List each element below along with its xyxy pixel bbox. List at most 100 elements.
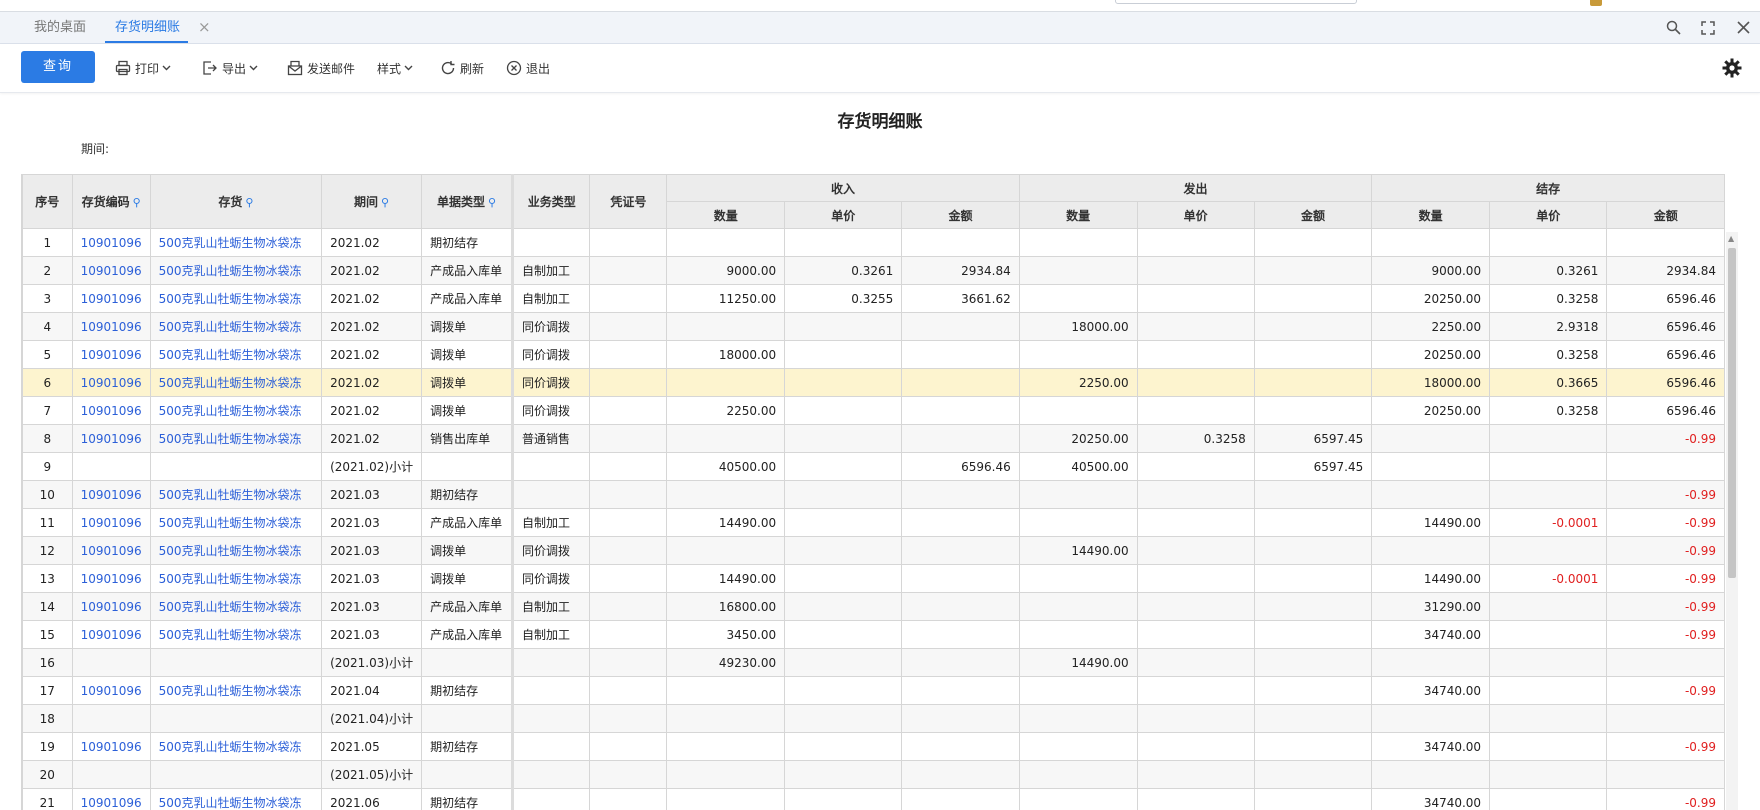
cell-code[interactable]: 10901096 [71, 480, 151, 509]
cell-item[interactable]: 500克乳山牡蛎生物冰袋冻 [149, 312, 323, 341]
tab-home[interactable]: 我的桌面 [34, 12, 86, 43]
col-doc-type[interactable]: 单据类型 ⚲ [421, 174, 514, 229]
table-row[interactable]: 3 10901096 500克乳山牡蛎生物冰袋冻 2021.02 产成品入库单 自制加工 1… [22, 284, 1725, 313]
cell-item[interactable] [149, 760, 323, 789]
cell-item[interactable]: 500克乳山牡蛎生物冰袋冻 [149, 284, 323, 313]
table-row[interactable]: 6 10901096 500克乳山牡蛎生物冰袋冻 2021.02 调拨单 同价调拨 2250… [22, 368, 1725, 397]
cell-item[interactable]: 500克乳山牡蛎生物冰袋冻 [149, 564, 323, 593]
gear-icon[interactable] [1722, 58, 1742, 78]
col-in-amount[interactable]: 金额 [901, 201, 1020, 229]
scroll-up-icon[interactable]: ▲ [1728, 234, 1734, 243]
cell-item[interactable]: 500克乳山牡蛎生物冰袋冻 [149, 228, 323, 257]
table-row[interactable]: 8 10901096 500克乳山牡蛎生物冰袋冻 2021.02 销售出库单 普通销售 20… [22, 424, 1725, 453]
cell-item[interactable]: 500克乳山牡蛎生物冰袋冻 [149, 788, 323, 810]
send-mail-button[interactable]: 发送邮件 [287, 58, 355, 78]
scroll-thumb[interactable] [1728, 248, 1736, 578]
cell-code[interactable]: 10901096 [71, 676, 151, 705]
col-out-amount[interactable]: 金额 [1253, 201, 1373, 229]
col-out-qty[interactable]: 数量 [1018, 201, 1138, 229]
vertical-scrollbar[interactable]: ▲ [1726, 232, 1738, 810]
col-code[interactable]: 存货编码 ⚲ [71, 174, 151, 229]
exit-button[interactable]: 退出 [506, 58, 550, 78]
pin-icon[interactable]: ⚲ [381, 196, 389, 209]
cell-code[interactable]: 10901096 [71, 732, 151, 761]
cell-code[interactable]: 10901096 [71, 788, 151, 810]
refresh-button[interactable]: 刷新 [440, 58, 484, 78]
col-biz-type[interactable]: 业务类型 [511, 174, 591, 229]
cell-code[interactable]: 10901096 [71, 340, 151, 369]
table-row[interactable]: 16 (2021.03)小计 49230.00 14490.00 [22, 648, 1725, 677]
table-row[interactable]: 9 (2021.02)小计 40500.00 6596.46 40500.00 6597.… [22, 452, 1725, 481]
cell-code[interactable]: 10901096 [71, 256, 151, 285]
table-row[interactable]: 19 10901096 500克乳山牡蛎生物冰袋冻 2021.05 期初结存 34740.… [22, 732, 1725, 761]
maximize-icon[interactable] [1693, 12, 1723, 43]
pin-icon[interactable]: ⚲ [488, 196, 496, 209]
cell-item[interactable]: 500克乳山牡蛎生物冰袋冻 [149, 396, 323, 425]
export-button[interactable]: 导出 [202, 58, 262, 78]
col-voucher[interactable]: 凭证号 [589, 174, 668, 229]
cell-item[interactable]: 500克乳山牡蛎生物冰袋冻 [149, 480, 323, 509]
table-row[interactable]: 17 10901096 500克乳山牡蛎生物冰袋冻 2021.04 期初结存 34740.… [22, 676, 1725, 705]
table-row[interactable]: 12 10901096 500克乳山牡蛎生物冰袋冻 2021.03 调拨单 同价调拨 144… [22, 536, 1725, 565]
cell-code[interactable]: 10901096 [71, 368, 151, 397]
col-in-qty[interactable]: 数量 [666, 201, 786, 229]
table-row[interactable]: 18 (2021.04)小计 [22, 704, 1725, 733]
col-bal-price[interactable]: 单价 [1489, 201, 1608, 229]
table-row[interactable]: 1 10901096 500克乳山牡蛎生物冰袋冻 2021.02 期初结存 [22, 228, 1725, 257]
table-row[interactable]: 2 10901096 500克乳山牡蛎生物冰袋冻 2021.02 产成品入库单 自制加工 9… [22, 256, 1725, 285]
query-button[interactable]: 查询 [21, 51, 95, 83]
cell-code[interactable]: 10901096 [71, 508, 151, 537]
print-button[interactable]: 打印 [115, 58, 175, 78]
table-row[interactable]: 20 (2021.05)小计 [22, 760, 1725, 789]
cell-code[interactable] [71, 452, 151, 481]
cell-code[interactable]: 10901096 [71, 564, 151, 593]
cell-code[interactable]: 10901096 [71, 396, 151, 425]
col-in-price[interactable]: 单价 [784, 201, 903, 229]
pin-icon[interactable]: ⚲ [245, 196, 253, 209]
cell-item[interactable]: 500克乳山牡蛎生物冰袋冻 [149, 424, 323, 453]
col-item[interactable]: 存货 ⚲ [149, 174, 323, 229]
cell-item[interactable] [149, 704, 323, 733]
cell-code[interactable]: 10901096 [71, 424, 151, 453]
cell-code[interactable]: 10901096 [71, 228, 151, 257]
table-row[interactable]: 21 10901096 500克乳山牡蛎生物冰袋冻 2021.06 期初结存 34740.… [22, 788, 1725, 810]
cell-code[interactable]: 10901096 [71, 592, 151, 621]
cell-code[interactable]: 10901096 [71, 284, 151, 313]
cell-item[interactable] [149, 648, 323, 677]
cell-item[interactable]: 500克乳山牡蛎生物冰袋冻 [149, 340, 323, 369]
table-row[interactable]: 11 10901096 500克乳山牡蛎生物冰袋冻 2021.03 产成品入库单 自制加工… [22, 508, 1725, 537]
table-row[interactable]: 13 10901096 500克乳山牡蛎生物冰袋冻 2021.03 调拨单 同价调拨 144… [22, 564, 1725, 593]
table-row[interactable]: 14 10901096 500克乳山牡蛎生物冰袋冻 2021.03 产成品入库单 自制加工… [22, 592, 1725, 621]
table-row[interactable]: 10 10901096 500克乳山牡蛎生物冰袋冻 2021.03 期初结存 -0.99 [22, 480, 1725, 509]
table-row[interactable]: 5 10901096 500克乳山牡蛎生物冰袋冻 2021.02 调拨单 同价调拨 1800… [22, 340, 1725, 369]
cell-code[interactable]: 10901096 [71, 536, 151, 565]
cell-code[interactable]: 10901096 [71, 312, 151, 341]
pin-icon[interactable]: ⚲ [133, 196, 141, 209]
cell-item[interactable]: 500克乳山牡蛎生物冰袋冻 [149, 256, 323, 285]
col-bal-qty[interactable]: 数量 [1371, 201, 1491, 229]
table-row[interactable]: 4 10901096 500克乳山牡蛎生物冰袋冻 2021.02 调拨单 同价调拨 1800… [22, 312, 1725, 341]
cell-item[interactable]: 500克乳山牡蛎生物冰袋冻 [149, 508, 323, 537]
cell-code[interactable] [71, 648, 151, 677]
col-period[interactable]: 期间 ⚲ [321, 174, 423, 229]
cell-code[interactable]: 10901096 [71, 620, 151, 649]
cell-item[interactable]: 500克乳山牡蛎生物冰袋冻 [149, 368, 323, 397]
cell-item[interactable]: 500克乳山牡蛎生物冰袋冻 [149, 732, 323, 761]
tab-inventory-detail[interactable]: 存货明细账 × [105, 12, 211, 43]
cell-item[interactable]: 500克乳山牡蛎生物冰袋冻 [149, 536, 323, 565]
cell-item[interactable]: 500克乳山牡蛎生物冰袋冻 [149, 676, 323, 705]
cell-code[interactable] [71, 704, 151, 733]
col-bal-amount[interactable]: 金额 [1606, 201, 1725, 229]
global-search-box[interactable] [1115, 0, 1357, 4]
cell-item[interactable]: 500克乳山牡蛎生物冰袋冻 [149, 592, 323, 621]
cell-item[interactable] [149, 452, 323, 481]
search-icon[interactable] [1658, 12, 1688, 43]
close-window-icon[interactable] [1728, 12, 1758, 43]
table-row[interactable]: 15 10901096 500克乳山牡蛎生物冰袋冻 2021.03 产成品入库单 自制加工… [22, 620, 1725, 649]
close-tab-icon[interactable]: × [198, 12, 211, 43]
table-row[interactable]: 7 10901096 500克乳山牡蛎生物冰袋冻 2021.02 调拨单 同价调拨 2250… [22, 396, 1725, 425]
cell-code[interactable] [71, 760, 151, 789]
cell-item[interactable]: 500克乳山牡蛎生物冰袋冻 [149, 620, 323, 649]
style-button[interactable]: 样式 [377, 58, 417, 78]
col-out-price[interactable]: 单价 [1136, 201, 1255, 229]
